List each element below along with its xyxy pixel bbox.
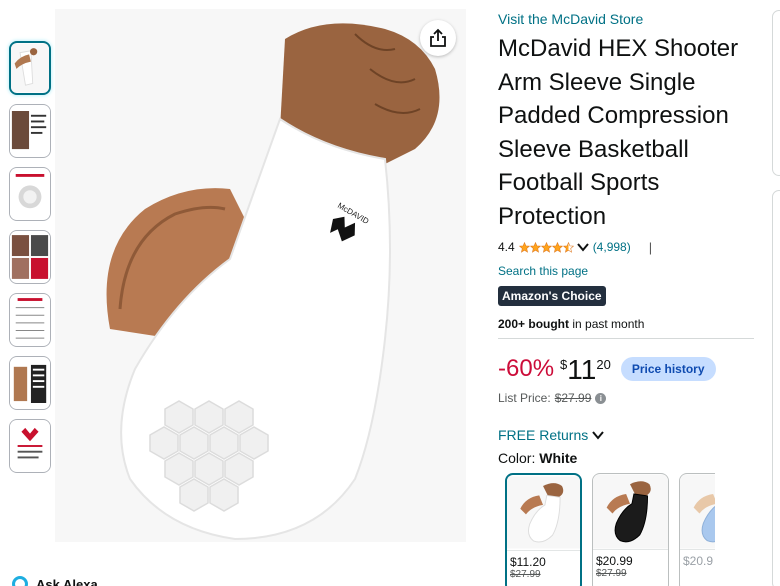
bought-in-past-month: 200+ bought in past month	[498, 316, 758, 332]
star-icon	[529, 241, 541, 253]
store-link[interactable]: Visit the McDavid Store	[498, 10, 758, 28]
swatch-price: $20.99	[596, 554, 633, 568]
swatch-image	[680, 474, 715, 550]
free-returns-label: FREE Returns	[498, 427, 589, 443]
price-history-button[interactable]: Price history	[620, 357, 716, 381]
thumb-hex-technology[interactable]	[9, 167, 51, 221]
swatch-image	[507, 475, 580, 551]
share-button[interactable]	[420, 20, 456, 56]
swatch-white[interactable]: $11.20 $27.99	[505, 473, 582, 586]
price-fraction: 20	[596, 357, 611, 372]
thumb-features[interactable]	[9, 104, 51, 158]
share-icon	[430, 28, 446, 47]
star-icon	[540, 241, 552, 253]
color-swatches: $11.20 $27.99 $20.99 $27.99 $20.9	[505, 473, 715, 586]
alexa-icon	[12, 576, 28, 586]
list-price: List Price: $27.99 i	[498, 391, 758, 405]
swatch-list-price: $27.99	[596, 568, 627, 579]
list-price-value: $27.99	[554, 391, 592, 405]
offer-box-edge	[772, 190, 780, 586]
color-selection: Color: White	[498, 450, 758, 466]
swatch-price: $11.20	[510, 555, 546, 569]
swatch-image	[593, 474, 668, 550]
thumb-sizing-guide[interactable]	[9, 356, 51, 410]
alexa-label: Ask Alexa	[36, 576, 98, 586]
amazons-choice-badge[interactable]: Amazon's Choice	[498, 286, 606, 306]
main-product-image[interactable]: McDAVID	[55, 9, 466, 542]
thumbnail-strip	[9, 41, 51, 482]
buy-box-edge	[772, 10, 780, 176]
star-icon	[518, 241, 530, 253]
search-page-link[interactable]: Search this page	[498, 263, 758, 279]
swatch-black[interactable]: $20.99 $27.99	[592, 473, 669, 586]
price-whole: 11	[567, 354, 597, 385]
separator: |	[648, 239, 653, 255]
color-label: Color:	[498, 450, 540, 466]
info-icon[interactable]: i	[595, 392, 607, 404]
rating-row: 4.4 (4,998) |	[498, 239, 758, 255]
thumb-brand[interactable]	[9, 419, 51, 473]
swatch-blue[interactable]: $20.9	[679, 473, 715, 586]
color-value: White	[539, 450, 578, 466]
thumb-white-sleeve[interactable]	[9, 41, 51, 95]
thumb-size-chart[interactable]	[9, 293, 51, 347]
rating-count-link[interactable]: (4,998)	[593, 240, 631, 254]
list-price-label: List Price:	[498, 391, 551, 405]
star-rating[interactable]	[518, 241, 574, 253]
product-info: Visit the McDavid Store McDavid HEX Shoo…	[498, 10, 758, 466]
bought-suffix: in past month	[569, 317, 645, 331]
free-returns-link[interactable]: FREE Returns	[498, 427, 758, 443]
chevron-down-icon[interactable]	[576, 242, 589, 252]
star-half-icon	[562, 241, 574, 253]
divider	[498, 338, 754, 339]
price-row: -60% $ 11 20 Price history	[498, 355, 758, 389]
star-icon	[551, 241, 563, 253]
swatch-price: $20.9	[683, 554, 714, 568]
product-title: McDavid HEX Shooter Arm Sleeve Single Pa…	[498, 35, 739, 230]
price-symbol: $	[560, 357, 568, 372]
bought-count: 200+ bought	[498, 317, 570, 331]
discount-percent: -60%	[498, 355, 555, 382]
rating-value: 4.4	[498, 240, 515, 254]
ask-alexa[interactable]: Ask Alexa	[12, 576, 98, 586]
swatch-list-price: $27.99	[510, 569, 541, 580]
chevron-down-icon	[592, 431, 605, 440]
thumb-lifestyle[interactable]	[9, 230, 51, 284]
